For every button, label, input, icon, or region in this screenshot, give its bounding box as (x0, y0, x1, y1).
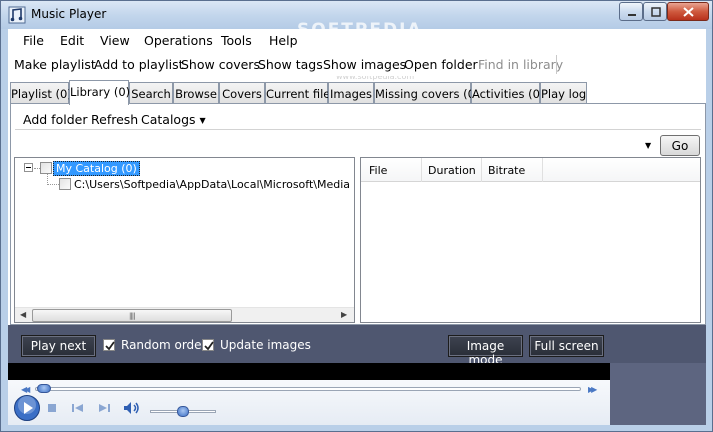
tree-item-folder[interactable]: C:\Users\Softpedia\AppData\Local\Microso… (74, 178, 354, 191)
tab-missing-covers[interactable]: Missing covers (0) (374, 82, 479, 104)
folder-checkbox[interactable] (59, 178, 71, 190)
collapse-toggle-icon[interactable] (24, 163, 33, 172)
menu-view[interactable]: View (100, 33, 130, 48)
maximize-icon (651, 7, 661, 17)
menu-bar: File Edit View Operations Tools Help (8, 29, 706, 52)
close-icon (683, 7, 694, 17)
list-header: File Duration Bitrate (361, 158, 700, 182)
add-folder-button[interactable]: Add folder (23, 112, 87, 127)
tab-images[interactable]: Images (328, 82, 374, 104)
menu-help[interactable]: Help (269, 33, 298, 48)
make-playlist-button[interactable]: Make playlist (14, 57, 96, 72)
menu-file[interactable]: File (23, 33, 44, 48)
update-images-checkbox[interactable] (202, 339, 214, 351)
tab-library[interactable]: Library (0) (69, 80, 130, 105)
horizontal-scrollbar[interactable]: ◀ |||| ▶ (15, 307, 354, 322)
image-mode-button[interactable]: Image mode (448, 335, 523, 367)
play-next-button[interactable]: Play next (21, 335, 96, 357)
full-screen-button[interactable]: Full screen (529, 335, 604, 357)
catalogs-dropdown[interactable]: Catalogs ▼ (141, 112, 206, 127)
scrollbar-thumb[interactable]: |||| (32, 309, 232, 322)
scroll-right-icon[interactable]: ▶ (341, 310, 347, 319)
client-area: www.softpedia.com File Edit View Operati… (8, 29, 706, 425)
tab-search[interactable]: Search (129, 82, 173, 104)
tab-strip: Playlist (0) Library (0) Search Browse C… (8, 80, 706, 105)
random-order-checkbox[interactable] (103, 339, 115, 351)
tab-activities[interactable]: Activities (0) (471, 82, 544, 104)
fast-forward-icon[interactable]: ▶▶ (588, 385, 597, 394)
column-separator[interactable] (481, 158, 482, 182)
rewind-icon[interactable]: ◀◀ (21, 385, 30, 394)
title-bar[interactable]: Music Player SOFTPEDIA (1, 1, 712, 40)
menu-edit[interactable]: Edit (60, 33, 84, 48)
volume-thumb[interactable] (177, 406, 189, 417)
tab-browse[interactable]: Browse (173, 82, 219, 104)
library-toolbar: Add folder Refresh Catalogs ▼ (15, 106, 701, 130)
tree-connector (47, 184, 59, 185)
show-images-button[interactable]: Show images (323, 57, 406, 72)
root-checkbox[interactable] (40, 162, 52, 174)
go-button[interactable]: Go (660, 135, 700, 156)
window-title: Music Player (31, 7, 107, 21)
menu-tools[interactable]: Tools (221, 33, 252, 48)
maximize-button[interactable] (643, 2, 667, 21)
update-images-label: Update images (220, 338, 311, 352)
volume-icon[interactable] (123, 401, 141, 415)
refresh-button[interactable]: Refresh (91, 112, 138, 127)
open-folder-button[interactable]: Open folder (404, 57, 478, 72)
checkmark-icon (204, 341, 214, 351)
menu-operations[interactable]: Operations (144, 33, 213, 48)
column-separator[interactable] (542, 158, 543, 182)
column-separator[interactable] (421, 158, 422, 182)
seek-thumb[interactable] (37, 384, 51, 393)
seek-bar[interactable] (35, 387, 581, 391)
toolbar-divider (556, 55, 557, 74)
music-note-app-icon (8, 6, 26, 24)
close-button[interactable] (667, 2, 709, 21)
file-list[interactable]: File Duration Bitrate (360, 157, 701, 323)
column-bitrate[interactable]: Bitrate (488, 164, 525, 177)
tab-covers[interactable]: Covers (219, 82, 265, 104)
add-to-playlist-button[interactable]: Add to playlist (94, 57, 184, 72)
app-window: Music Player SOFTPEDIA www.softpedia.com… (0, 0, 713, 432)
catalog-combo-row: ▼ Go (15, 135, 701, 156)
stop-icon[interactable] (46, 402, 58, 414)
random-order-label: Random order (121, 338, 207, 352)
dropdown-arrow-icon: ▼ (199, 116, 206, 125)
column-duration[interactable]: Duration (428, 164, 476, 177)
player-controls-strip: Play next Random order Update images Ima… (8, 325, 706, 367)
minimize-button[interactable] (619, 2, 643, 21)
combo-dropdown-arrow-icon[interactable]: ▼ (645, 141, 651, 150)
checkmark-icon (105, 341, 115, 351)
main-toolbar: Make playlist Add to playlist Show cover… (8, 52, 706, 76)
show-covers-button[interactable]: Show covers (181, 57, 260, 72)
minimize-icon (628, 14, 636, 16)
catalog-tree[interactable]: My Catalog (0) C:\Users\Softpedia\AppDat… (14, 157, 355, 323)
find-in-library-button[interactable]: Find in library (478, 57, 563, 72)
player-area: Play next Random order Update images Ima… (8, 325, 706, 425)
tab-current-file[interactable]: Current file (265, 82, 330, 104)
tab-playlist[interactable]: Playlist (0) (10, 82, 72, 104)
media-player-bar: ◀◀ ▶▶ (8, 380, 610, 425)
show-tags-button[interactable]: Show tags (258, 57, 323, 72)
tree-item-my-catalog[interactable]: My Catalog (0) (53, 161, 140, 176)
scroll-left-icon[interactable]: ◀ (20, 310, 26, 319)
library-panel: Add folder Refresh Catalogs ▼ ▼ Go My Cat… (10, 103, 706, 325)
column-file[interactable]: File (369, 164, 387, 177)
next-icon[interactable] (97, 402, 111, 414)
catalogs-label: Catalogs (141, 112, 196, 127)
grip-icon: |||| (129, 312, 136, 320)
video-area[interactable] (8, 363, 610, 380)
previous-icon[interactable] (71, 402, 85, 414)
play-icon[interactable] (13, 394, 41, 422)
catalog-combo[interactable] (15, 136, 656, 155)
tab-play-log[interactable]: Play log (540, 82, 587, 104)
